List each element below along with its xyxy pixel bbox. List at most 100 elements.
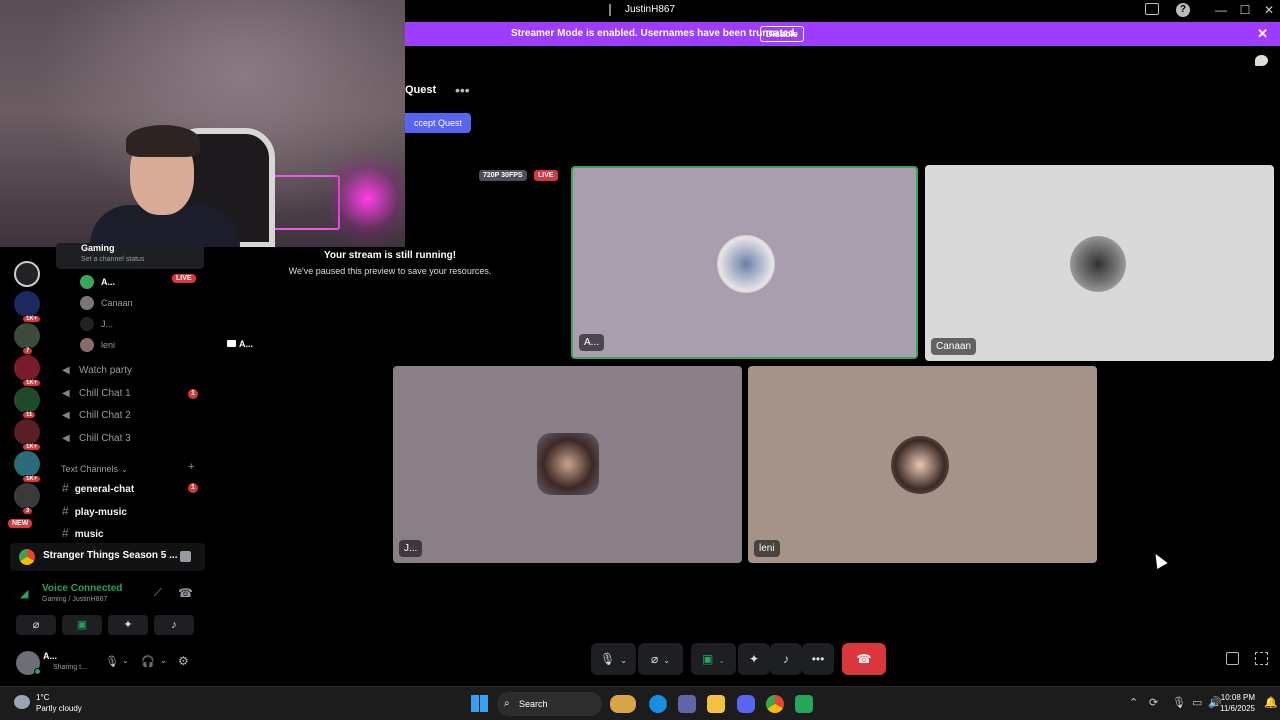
voice-channel-chill-chat-3[interactable]: ◀ Chill Chat 3	[62, 433, 131, 444]
live-badge: LIVE	[534, 170, 558, 181]
microphone-tray-icon[interactable]: 🎙	[1172, 696, 1186, 709]
server-icon[interactable]: 1K+	[14, 451, 42, 483]
soundboard-control[interactable]: ♪	[770, 643, 802, 675]
mute-control[interactable]: 🎙 ⌄	[591, 643, 636, 675]
new-badge[interactable]: NEW	[8, 519, 33, 528]
minimize-button[interactable]: —	[1211, 2, 1231, 18]
server-icon[interactable]: 1K+	[14, 419, 42, 451]
add-channel-icon[interactable]: +	[188, 461, 194, 473]
quest-more-icon[interactable]: •••	[455, 82, 470, 98]
close-banner-icon[interactable]: ✕	[1257, 26, 1268, 42]
member-live-badge: LIVE	[172, 274, 196, 283]
server-icon[interactable]: 7	[14, 323, 40, 355]
channel-name: Chill Chat 1	[79, 388, 131, 399]
screen-share-control[interactable]: ▣ ⌄	[691, 643, 736, 675]
server-icon[interactable]	[14, 261, 40, 287]
quest-title: Quest	[405, 84, 437, 96]
chrome-icon[interactable]	[766, 695, 784, 713]
server-badge: 1K+	[22, 443, 42, 451]
app-icon	[609, 4, 619, 16]
speaker-icon: ◀	[62, 388, 70, 399]
hang-up-icon: ☎	[856, 652, 872, 666]
camera-off-button[interactable]: ⌀	[16, 615, 56, 635]
accept-quest-button[interactable]: ccept Quest	[405, 113, 471, 133]
teams-icon[interactable]	[678, 695, 696, 713]
screen-share-icon: ▣	[701, 652, 714, 666]
noise-suppression-icon[interactable]: ⟋	[154, 587, 162, 600]
server-icon[interactable]: 1K+	[14, 355, 42, 387]
channel-status-prompt[interactable]: Set a channel status	[81, 256, 144, 263]
signal-icon[interactable]: ◢	[20, 587, 28, 600]
taskbar-search[interactable]: ⌕ Search	[497, 692, 602, 716]
disconnect-icon[interactable]: ☎	[178, 586, 193, 600]
mention-badge: 1	[188, 389, 198, 399]
weather-icon[interactable]	[14, 695, 30, 709]
edge-icon[interactable]	[649, 695, 667, 713]
widget-icon[interactable]	[610, 695, 636, 713]
discord-icon[interactable]	[737, 695, 755, 713]
activities-control[interactable]: ✦	[738, 643, 770, 675]
chevron-up-icon[interactable]: ⌃	[1129, 696, 1138, 709]
sync-icon[interactable]: ⟳	[1149, 696, 1158, 709]
server-icon[interactable]: 1K+	[14, 291, 42, 323]
participant-tile-a[interactable]: A...	[571, 166, 918, 359]
file-explorer-icon[interactable]	[707, 695, 725, 713]
start-icon[interactable]	[471, 695, 488, 712]
voice-channel-chill-chat-2[interactable]: ◀ Chill Chat 2	[62, 410, 131, 421]
close-window-button[interactable]: ✕	[1259, 2, 1279, 18]
voice-status: Voice Connected	[42, 583, 123, 594]
avatar	[80, 317, 94, 331]
gaming-channel-row[interactable]: Gaming Set a channel status	[56, 243, 204, 269]
channel-list: Gaming Set a channel status A... LIVE Ca…	[52, 243, 208, 540]
microphone-icon[interactable]: 🎙	[105, 655, 119, 668]
participant-tile-j[interactable]: J...	[393, 366, 742, 563]
stream-owner-label[interactable]: A...	[227, 339, 253, 349]
settings-gear-icon[interactable]: ⚙	[178, 654, 189, 668]
screen-share-button[interactable]: ▣	[62, 615, 102, 635]
chevron-down-icon[interactable]: ⌄	[122, 656, 129, 665]
user-panel: A... Sharing t... 🎙 ⌄ 🎧 ⌄ ⚙	[10, 647, 205, 679]
activities-icon: ✦	[748, 652, 760, 666]
participant-tile-canaan[interactable]: Canaan	[925, 165, 1274, 361]
text-channel-general-chat[interactable]: # general-chat	[62, 481, 134, 495]
more-options-control[interactable]: •••	[802, 643, 834, 675]
clock-date[interactable]: 11/6/2025	[1220, 704, 1255, 713]
voice-channel-chill-chat-1[interactable]: ◀ Chill Chat 1	[62, 388, 131, 399]
leave-call-button[interactable]: ☎	[842, 643, 886, 675]
voice-location[interactable]: Gaming / JustinH867	[42, 596, 107, 603]
stop-activity-icon[interactable]	[180, 551, 191, 562]
chat-icon[interactable]	[1255, 55, 1268, 66]
help-icon[interactable]: ?	[1176, 3, 1190, 17]
soundboard-button[interactable]: ♪	[154, 615, 194, 635]
camera-control[interactable]: ⌀ ⌄	[638, 643, 683, 675]
chevron-down-icon[interactable]: ⌄	[160, 656, 167, 665]
display-icon[interactable]: ▭	[1192, 696, 1202, 709]
channel-name: play-music	[74, 507, 127, 518]
inbox-icon[interactable]	[1145, 3, 1159, 15]
participant-avatar	[891, 436, 949, 494]
server-icon[interactable]: 3	[14, 483, 40, 515]
voice-channel-watch-party[interactable]: ◀ Watch party	[62, 365, 132, 376]
text-channel-play-music[interactable]: # play-music	[62, 504, 127, 518]
channel-name: general-chat	[74, 484, 135, 495]
camera-off-icon: ⌀	[651, 652, 659, 666]
server-icon[interactable]: 11	[14, 387, 40, 419]
text-channel-music[interactable]: # music	[62, 526, 104, 540]
participant-tile-leni[interactable]: leni	[748, 366, 1097, 563]
fullscreen-icon[interactable]	[1255, 652, 1268, 665]
app-icon[interactable]	[795, 695, 813, 713]
text-channels-header[interactable]: Text Channels ⌄	[61, 464, 128, 475]
headphones-icon[interactable]: 🎧	[141, 655, 155, 668]
maximize-button[interactable]: ☐	[1235, 2, 1255, 18]
activity-card[interactable]: Stranger Things Season 5 ...	[10, 543, 205, 571]
hashtag-icon: #	[62, 504, 69, 518]
activities-button[interactable]: ✦	[108, 615, 148, 635]
activity-title: Stranger Things Season 5 ...	[43, 550, 178, 561]
notification-icon[interactable]: 🔔	[1264, 696, 1278, 709]
pop-out-icon[interactable]	[1226, 652, 1239, 665]
clock-time[interactable]: 10:08 PM	[1221, 693, 1255, 702]
soundboard-icon: ♪	[171, 619, 177, 631]
disable-streamer-mode-button[interactable]: Disable	[760, 26, 805, 42]
server-badge: 3	[22, 507, 34, 515]
mention-badge: 1	[188, 483, 198, 493]
